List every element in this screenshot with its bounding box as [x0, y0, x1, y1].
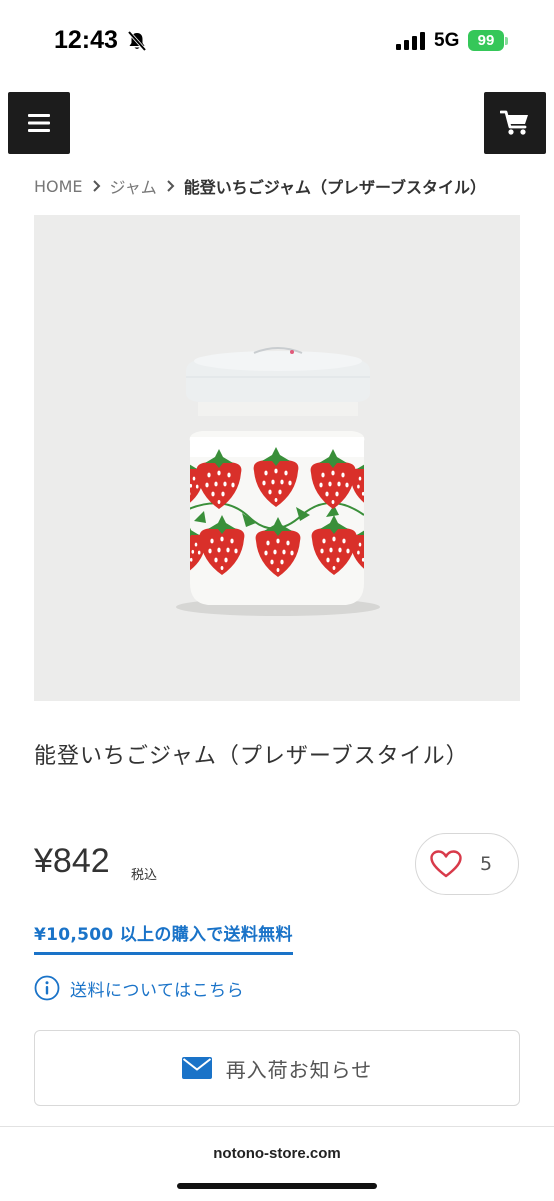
browser-address-bar[interactable]: notono-store.com [0, 1126, 554, 1201]
shipping-info-label: 送料についてはこちら [70, 980, 245, 1001]
hamburger-menu-icon [28, 114, 50, 132]
tax-label: 税込 [131, 868, 158, 883]
free-shipping-link[interactable]: ¥10,500 以上の購入で送料無料 [34, 920, 293, 955]
cart-button[interactable] [484, 92, 546, 154]
chevron-right-icon [92, 180, 101, 192]
heart-icon [430, 850, 462, 878]
battery-tip [505, 37, 508, 45]
status-time: 12:43 [54, 26, 118, 54]
product-image[interactable] [34, 215, 520, 701]
signal-icon [396, 32, 426, 54]
product-title: 能登いちごジャム（プレザーブスタイル） [34, 744, 469, 769]
breadcrumb-home[interactable]: HOME [34, 177, 83, 196]
url-text: notono-store.com [213, 1145, 341, 1162]
chevron-right-icon [166, 180, 175, 192]
silent-bell-icon [126, 30, 148, 56]
status-bar: 12:43 5G 99 [0, 0, 554, 80]
favorite-button[interactable]: 5 [415, 833, 519, 895]
restock-notify-label: 再入荷お知らせ [225, 1057, 373, 1082]
cart-icon [500, 110, 528, 135]
breadcrumb-current: 能登いちごジャム（プレザーブスタイル） [183, 178, 486, 197]
restock-notify-button[interactable]: 再入荷お知らせ [34, 1030, 520, 1106]
breadcrumb-jam[interactable]: ジャム [110, 174, 157, 198]
strawberry-jam-jar-illustration [176, 347, 380, 616]
battery-icon: 99 [468, 30, 504, 51]
info-icon [34, 975, 60, 1001]
home-indicator[interactable] [177, 1183, 377, 1189]
menu-button[interactable] [8, 92, 70, 154]
product-price: ¥842 [34, 842, 110, 880]
network-label: 5G [434, 30, 460, 51]
favorite-count: 5 [480, 853, 493, 875]
breadcrumb: HOME ジャム 能登いちごジャム（プレザーブスタイル） [34, 174, 486, 198]
envelope-icon [181, 1057, 212, 1079]
shipping-info-link[interactable]: 送料についてはこちら [34, 975, 244, 1001]
